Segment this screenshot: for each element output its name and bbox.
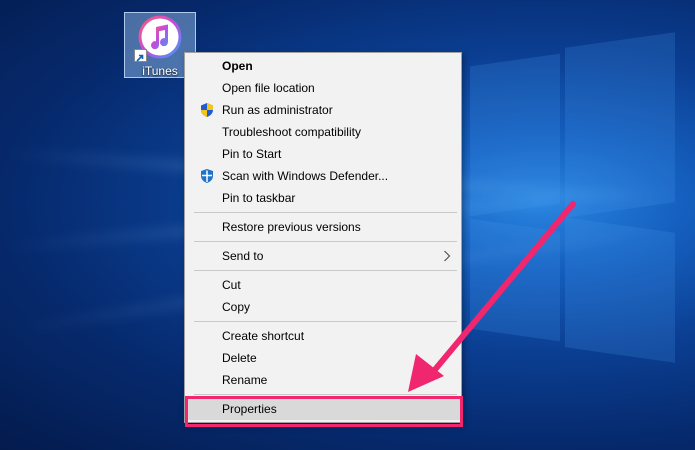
menu-item-label: Open file location (222, 81, 315, 95)
menu-separator (194, 270, 457, 271)
menu-item-label: Pin to Start (222, 147, 282, 161)
menu-separator (194, 394, 457, 395)
menu-item-label: Troubleshoot compatibility (222, 125, 361, 139)
menu-item-label: Rename (222, 373, 268, 387)
menu-item-restore-previous-versions[interactable]: Restore previous versions (185, 216, 461, 238)
menu-item-label: Copy (222, 300, 251, 314)
menu-item-delete[interactable]: Delete (185, 347, 461, 369)
menu-item-label: Create shortcut (222, 329, 305, 343)
menu-item-open-file-location[interactable]: Open file location (185, 77, 461, 99)
menu-item-scan-with-windows-defender[interactable]: Scan with Windows Defender... (185, 165, 461, 187)
menu-item-label: Restore previous versions (222, 220, 361, 234)
menu-separator (194, 321, 457, 322)
menu-item-pin-to-taskbar[interactable]: Pin to taskbar (185, 187, 461, 209)
chevron-right-icon (444, 250, 451, 262)
menu-item-label: Scan with Windows Defender... (222, 169, 389, 183)
menu-item-label: Open (222, 59, 253, 73)
menu-item-label: Cut (222, 278, 241, 292)
window-pane (470, 218, 560, 342)
menu-item-label: Run as administrator (222, 103, 333, 117)
menu-item-pin-to-start[interactable]: Pin to Start (185, 143, 461, 165)
menu-item-label: Pin to taskbar (222, 191, 296, 205)
shield-icon (201, 103, 213, 117)
annotation-highlight-box (185, 396, 463, 427)
menu-separator (194, 241, 457, 242)
menu-item-run-as-administrator[interactable]: Run as administrator (185, 99, 461, 121)
windows-defender-icon (201, 169, 213, 183)
menu-separator (194, 212, 457, 213)
context-menu: Open Open file location Run as administr… (184, 52, 462, 423)
menu-item-troubleshoot-compatibility[interactable]: Troubleshoot compatibility (185, 121, 461, 143)
menu-item-copy[interactable]: Copy (185, 296, 461, 318)
menu-item-label: Delete (222, 351, 257, 365)
menu-item-send-to[interactable]: Send to (185, 245, 461, 267)
shortcut-arrow-icon (134, 49, 147, 62)
menu-item-rename[interactable]: Rename (185, 369, 461, 391)
menu-item-open[interactable]: Open (185, 55, 461, 77)
menu-item-label: Send to (222, 249, 264, 263)
menu-item-create-shortcut[interactable]: Create shortcut (185, 325, 461, 347)
menu-item-cut[interactable]: Cut (185, 274, 461, 296)
